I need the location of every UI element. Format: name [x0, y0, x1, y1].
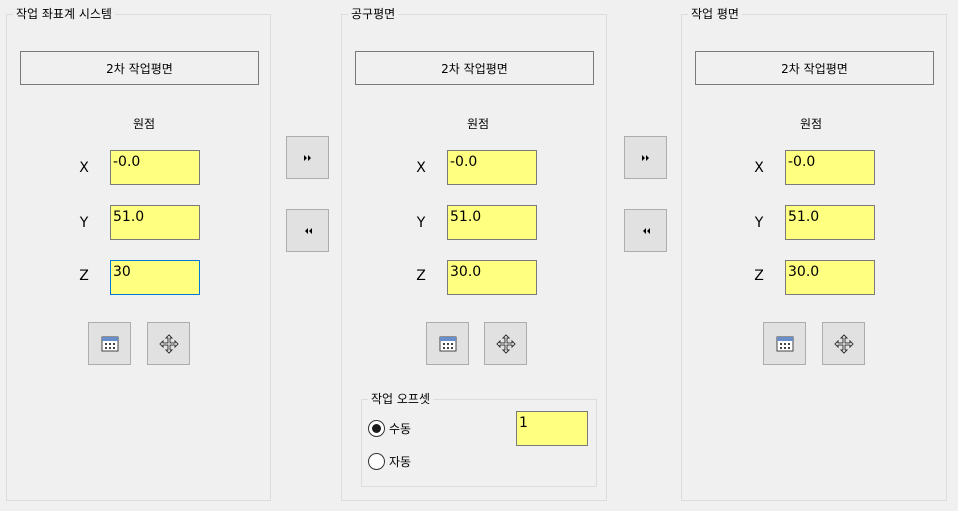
panel-work-plane: 작업 평면 2차 작업평면 원점 X -0.0 Y 51.0 Z 30.0: [681, 7, 947, 501]
origin-y-input[interactable]: 51.0: [785, 205, 875, 240]
axis-label-z: Z: [416, 268, 426, 284]
move-icon: [495, 333, 516, 354]
move-icon: [158, 333, 179, 354]
double-right-arrow-icon: [641, 154, 649, 161]
axis-label-y: Y: [754, 215, 764, 231]
move-button[interactable]: [484, 322, 527, 365]
calculator-icon: [439, 336, 456, 351]
panel-tool-plane: 공구평면 2차 작업평면 원점 X -0.0 Y 51.0 Z 30.0 작업 …: [341, 7, 607, 501]
double-left-arrow-icon: [304, 227, 312, 234]
panel-title: 작업 좌표계 시스템: [13, 7, 115, 21]
calculator-icon: [101, 336, 118, 351]
auto-label: 자동: [389, 455, 412, 469]
axis-label-x: X: [79, 160, 89, 176]
calculator-icon: [776, 336, 793, 351]
axis-label-z: Z: [79, 268, 89, 284]
panel-work-coordinate-system: 작업 좌표계 시스템 2차 작업평면 원점 X -0.0 Y 51.0 Z 30: [6, 7, 271, 501]
double-left-arrow-icon: [642, 227, 650, 234]
origin-x-input[interactable]: -0.0: [447, 150, 537, 185]
work-offset-input[interactable]: 1: [516, 411, 588, 446]
origin-z-input[interactable]: 30: [110, 260, 200, 295]
calculator-button[interactable]: [426, 322, 469, 365]
transfer-back-button-2[interactable]: [624, 209, 667, 252]
secondary-work-plane-button[interactable]: 2차 작업평면: [695, 51, 934, 85]
radio-button-selected[interactable]: [368, 420, 385, 437]
move-button[interactable]: [147, 322, 190, 365]
move-button[interactable]: [822, 322, 865, 365]
secondary-work-plane-button[interactable]: 2차 작업평면: [355, 51, 594, 85]
radio-button[interactable]: [368, 453, 385, 470]
work-offset-title: 작업 오프셋: [368, 392, 434, 406]
double-right-arrow-icon: [303, 154, 311, 161]
panel-title: 공구평면: [348, 7, 399, 21]
origin-z-input[interactable]: 30.0: [785, 260, 875, 295]
origin-label: 원점: [799, 117, 823, 131]
transfer-back-button-1[interactable]: [286, 209, 329, 252]
origin-x-input[interactable]: -0.0: [110, 150, 200, 185]
transfer-forward-button-1[interactable]: [286, 136, 329, 179]
axis-label-x: X: [416, 160, 426, 176]
origin-y-input[interactable]: 51.0: [110, 205, 200, 240]
origin-label: 원점: [466, 117, 490, 131]
axis-label-y: Y: [416, 215, 426, 231]
move-icon: [833, 333, 854, 354]
transfer-forward-button-2[interactable]: [624, 136, 667, 179]
manual-radio[interactable]: 수동: [368, 420, 411, 437]
calculator-button[interactable]: [763, 322, 806, 365]
origin-y-input[interactable]: 51.0: [447, 205, 537, 240]
secondary-work-plane-button[interactable]: 2차 작업평면: [20, 51, 259, 85]
origin-label: 원점: [132, 117, 156, 131]
auto-radio[interactable]: 자동: [368, 453, 411, 470]
calculator-button[interactable]: [88, 322, 131, 365]
axis-label-x: X: [754, 160, 764, 176]
work-offset-group: 작업 오프셋 수동 자동 1: [361, 392, 597, 487]
manual-label: 수동: [389, 422, 412, 436]
origin-z-input[interactable]: 30.0: [447, 260, 537, 295]
panel-title: 작업 평면: [688, 7, 742, 21]
origin-x-input[interactable]: -0.0: [785, 150, 875, 185]
axis-label-z: Z: [754, 268, 764, 284]
axis-label-y: Y: [79, 215, 89, 231]
